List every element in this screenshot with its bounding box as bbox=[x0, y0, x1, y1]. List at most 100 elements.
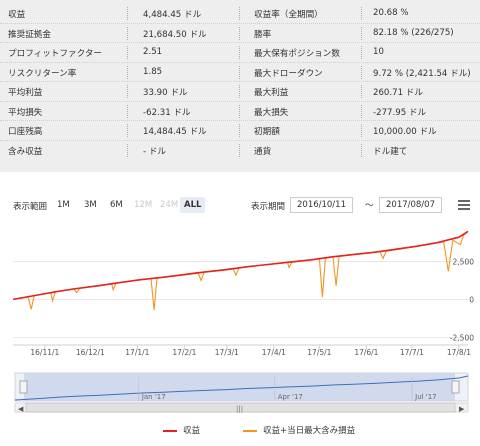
x-tick-label: 17/8/1 bbox=[447, 348, 471, 357]
stat-label: リスクリターン率 bbox=[8, 68, 77, 79]
profit-line-chart: 16/11/1 16/12/1 17/1/1 17/2/1 17/3/1 17/4/1 17… bbox=[12, 230, 475, 357]
legend-item-profit-unrealized[interactable]: 収益+当日最大含み損益 bbox=[243, 424, 355, 436]
y-tick-label: -2,500 bbox=[450, 333, 474, 342]
x-tick-label: 17/4/1 bbox=[262, 348, 286, 357]
column-divider bbox=[239, 85, 240, 98]
navigator-label: Jan '17 bbox=[141, 393, 166, 401]
stats-row: 推奨証拠金 21,684.50 ドル 勝率 82.18 % (226/275) bbox=[0, 24, 480, 43]
stats-row: 収益 4,484.45 ドル 収益率（全期間） 20.68 % bbox=[0, 4, 480, 23]
stat-value: - ドル bbox=[143, 146, 167, 157]
stat-value: 4,484.45 ドル bbox=[143, 10, 202, 20]
column-divider bbox=[127, 26, 128, 40]
stat-value: 2.51 bbox=[143, 47, 163, 57]
stats-row: 含み収益 - ドル 通貨 ドル建て bbox=[0, 141, 480, 160]
x-tick-label: 17/3/1 bbox=[215, 348, 239, 357]
column-divider bbox=[361, 46, 362, 59]
date-separator: ～ bbox=[365, 201, 374, 211]
column-divider bbox=[127, 124, 128, 137]
scroll-left-arrow-icon[interactable]: ◀ bbox=[18, 405, 24, 413]
scrollbar-grip-icon: ||| bbox=[236, 405, 243, 413]
column-divider bbox=[361, 26, 362, 40]
stat-value: 260.71 ドル bbox=[373, 88, 423, 98]
stat-label: 勝率 bbox=[254, 29, 272, 40]
stat-value: 21,684.50 ドル bbox=[143, 29, 207, 40]
series-line-profit bbox=[12, 230, 469, 301]
column-divider bbox=[361, 104, 362, 118]
column-divider bbox=[361, 85, 362, 98]
stat-value: 82.18 % (226/275) bbox=[373, 27, 454, 38]
hamburger-menu-icon[interactable] bbox=[458, 200, 470, 210]
y-tick-label: 0 bbox=[469, 295, 474, 304]
stats-row: プロフィットファクター 2.51 最大保有ポジション数 10 bbox=[0, 43, 480, 62]
column-divider bbox=[361, 65, 362, 79]
stat-value: 10 bbox=[373, 47, 384, 57]
stat-label: 収益率（全期間） bbox=[254, 10, 323, 20]
navigator-label: Jul '17 bbox=[414, 393, 437, 401]
stat-value: 20.68 % bbox=[373, 8, 409, 18]
scroll-right-arrow-icon[interactable]: ▶ bbox=[459, 405, 465, 413]
legend-line-icon bbox=[243, 429, 257, 432]
stat-value: -277.95 ドル bbox=[373, 107, 427, 118]
stat-value: 1.85 bbox=[143, 66, 163, 77]
x-tick-label: 17/2/1 bbox=[172, 348, 196, 357]
column-divider bbox=[127, 143, 128, 157]
column-divider bbox=[361, 7, 362, 20]
stat-label: 最大ドローダウン bbox=[254, 68, 323, 79]
from-date-input[interactable]: 2016/10/11 bbox=[290, 197, 353, 213]
column-divider bbox=[127, 65, 128, 79]
x-tick-label: 17/5/1 bbox=[307, 348, 331, 357]
column-divider bbox=[361, 143, 362, 157]
navigator-right-handle[interactable] bbox=[451, 380, 460, 394]
legend-label: 収益 bbox=[183, 426, 201, 436]
x-tick-label: 17/7/1 bbox=[400, 348, 424, 357]
column-divider bbox=[239, 143, 240, 157]
stat-label: 平均損失 bbox=[8, 107, 43, 118]
column-divider bbox=[239, 46, 240, 59]
legend-item-profit[interactable]: 収益 bbox=[163, 424, 200, 436]
range-3m-button[interactable]: 3M bbox=[80, 197, 101, 213]
x-tick-label: 17/6/1 bbox=[354, 348, 378, 357]
stat-value: 9.72 % (2,421.54 ドル) bbox=[373, 68, 471, 79]
stat-label: 推奨証拠金 bbox=[8, 29, 51, 40]
stats-panel: 収益 4,484.45 ドル 収益率（全期間） 20.68 % 推奨証拠金 21,684.… bbox=[0, 0, 480, 172]
range-navigator[interactable]: Jan '17 Apr '17 Jul '17 ◀ ▶ ||| bbox=[0, 370, 480, 416]
series-line-profit-unrealized bbox=[12, 230, 469, 311]
range-1m-button[interactable]: 1M bbox=[53, 197, 74, 213]
period-label: 表示期間 bbox=[251, 202, 286, 212]
stat-label: 最大損失 bbox=[254, 107, 289, 118]
stat-label: 通貨 bbox=[254, 146, 272, 157]
x-tick-label: 16/12/1 bbox=[76, 348, 105, 357]
x-tick-label: 16/11/1 bbox=[30, 348, 59, 357]
range-all-button[interactable]: ALL bbox=[180, 197, 206, 213]
navigator-selection[interactable] bbox=[24, 373, 455, 401]
column-divider bbox=[239, 124, 240, 137]
range-12m-button[interactable]: 12M bbox=[130, 197, 156, 213]
navigator-left-handle[interactable] bbox=[19, 380, 28, 394]
range-24m-button[interactable]: 24M bbox=[156, 197, 182, 213]
stats-row: リスクリターン率 1.85 最大ドローダウン 9.72 % (2,421.54 ドル) bbox=[0, 63, 480, 82]
stat-value: ドル建て bbox=[373, 146, 408, 157]
stat-label: 初期額 bbox=[254, 127, 280, 137]
stats-row: 平均損失 -62.31 ドル 最大損失 -277.95 ドル bbox=[0, 102, 480, 121]
stat-label: 平均利益 bbox=[8, 88, 43, 98]
legend-label: 収益+当日最大含み損益 bbox=[263, 426, 356, 436]
column-divider bbox=[361, 124, 362, 137]
stat-value: -62.31 ドル bbox=[143, 107, 191, 118]
column-divider bbox=[239, 26, 240, 40]
range-label: 表示範囲 bbox=[13, 202, 48, 212]
to-date-input[interactable]: 2017/08/07 bbox=[379, 197, 442, 213]
navigator-label: Apr '17 bbox=[278, 393, 303, 401]
column-divider bbox=[239, 65, 240, 79]
stat-label: 含み収益 bbox=[8, 146, 43, 157]
stat-value: 33.90 ドル bbox=[143, 88, 188, 98]
chart-toolbar: 表示範囲 1M 3M 6M 12M 24M ALL 表示期間 2016/10/1… bbox=[0, 196, 480, 216]
range-6m-button[interactable]: 6M bbox=[106, 197, 127, 213]
stat-value: 14,484.45 ドル bbox=[143, 127, 207, 137]
column-divider bbox=[127, 104, 128, 118]
column-divider bbox=[239, 104, 240, 118]
y-tick-label: 2,500 bbox=[453, 257, 475, 266]
column-divider bbox=[127, 46, 128, 59]
x-tick-label: 17/1/1 bbox=[125, 348, 149, 357]
stat-label: 最大利益 bbox=[254, 88, 289, 98]
stat-value: 10,000.00 ドル bbox=[373, 127, 437, 137]
